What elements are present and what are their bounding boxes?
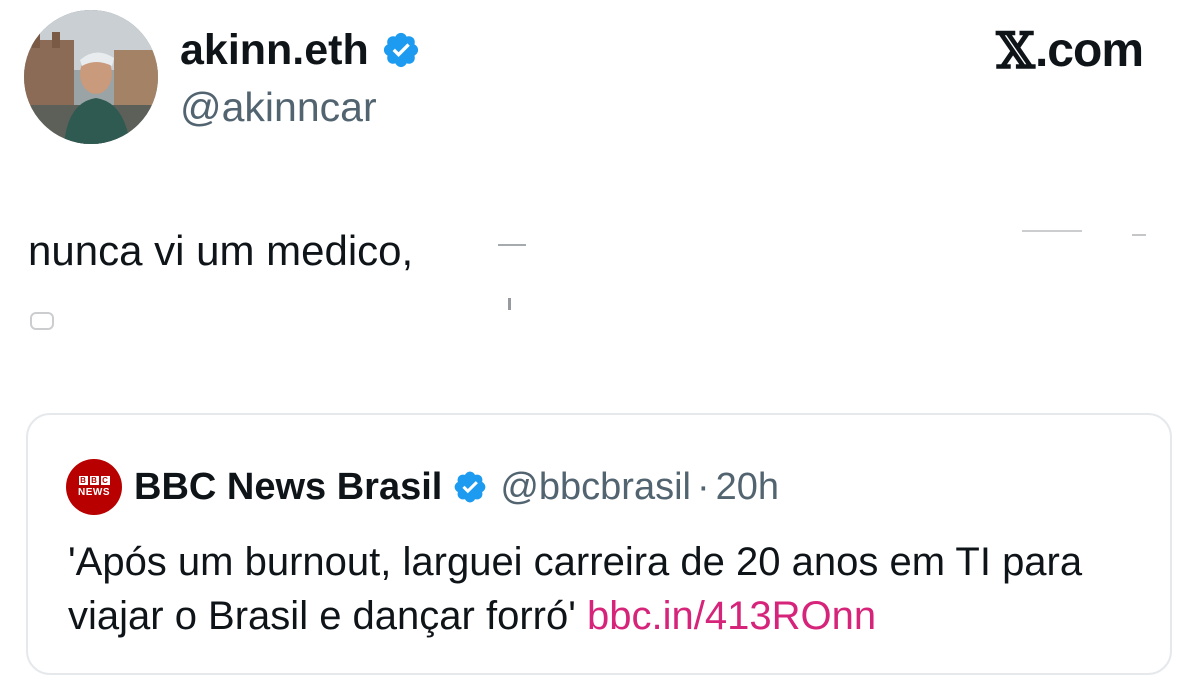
quoted-tweet-timestamp[interactable]: 20h (716, 465, 779, 509)
quoted-tweet-body: 'Após um burnout, larguei carreira de 20… (68, 540, 1083, 638)
redaction-mark (508, 298, 511, 310)
redaction-mark (1022, 230, 1082, 232)
bbc-logo-letter: B (89, 475, 99, 485)
bbc-logo-letter: B (78, 475, 88, 485)
redaction-mark (1132, 234, 1146, 236)
quoted-tweet-header: B B C NEWS BBC News Brasil @bbcbrasil · … (66, 459, 779, 515)
redaction-mark (30, 312, 54, 330)
x-brand-logo: 𝕏 .com (996, 21, 1144, 80)
author-name-text[interactable]: akinn.eth (180, 26, 369, 74)
quoted-author-name[interactable]: BBC News Brasil (134, 465, 442, 509)
author-handle[interactable]: @akinncar (180, 84, 377, 130)
author-display-name[interactable]: akinn.eth (180, 26, 421, 74)
quoted-tweet-card[interactable]: B B C NEWS BBC News Brasil @bbcbrasil · … (26, 413, 1172, 675)
avatar[interactable] (24, 10, 158, 144)
tweet-screenshot: akinn.eth @akinncar 𝕏 .com nunca vi um m… (0, 0, 1199, 688)
verified-badge-icon (452, 469, 488, 505)
brand-domain: .com (1034, 24, 1144, 77)
tweet-text: nunca vi um medico, (28, 227, 414, 274)
header-separator: · (696, 466, 710, 508)
quoted-tweet-text: 'Após um burnout, larguei carreira de 20… (68, 535, 1148, 643)
verified-badge-icon (381, 30, 421, 70)
bbc-news-logo-icon[interactable]: B B C NEWS (66, 459, 122, 515)
bbc-logo-word: NEWS (78, 486, 110, 498)
x-logo-icon: 𝕏 (996, 21, 1035, 80)
quoted-author-handle[interactable]: @bbcbrasil (500, 465, 691, 509)
quoted-tweet-link[interactable]: bbc.in/413ROnn (587, 594, 876, 638)
redaction-mark (498, 244, 526, 246)
avatar-photo (24, 10, 158, 144)
bbc-logo-letter: C (100, 475, 110, 485)
